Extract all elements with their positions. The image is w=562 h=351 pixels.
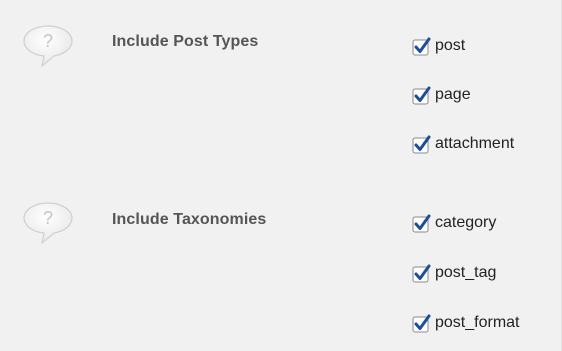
option-post-format[interactable]: post_format — [412, 312, 519, 334]
svg-text:?: ? — [43, 31, 53, 51]
option-label: attachment — [435, 135, 515, 152]
checkbox-checked-icon[interactable] — [412, 135, 431, 154]
option-post[interactable]: post — [412, 35, 465, 57]
option-label: post_tag — [435, 264, 497, 281]
checkbox-checked-icon[interactable] — [412, 86, 431, 105]
checkbox-checked-icon[interactable] — [412, 37, 431, 56]
settings-panel: ? Include Post Types post page attachmen… — [0, 0, 562, 351]
help-question-icon[interactable]: ? — [20, 199, 76, 247]
section-label: Include Post Types — [112, 33, 259, 50]
option-page[interactable]: page — [412, 84, 471, 106]
help-question-icon[interactable]: ? — [20, 22, 76, 70]
option-label: page — [435, 86, 471, 103]
option-attachment[interactable]: attachment — [412, 133, 514, 155]
checkbox-checked-icon[interactable] — [412, 314, 431, 333]
option-category[interactable]: category — [412, 212, 496, 234]
option-label: category — [435, 214, 497, 231]
option-label: post_format — [435, 314, 520, 331]
option-label: post — [435, 37, 466, 54]
svg-text:?: ? — [43, 208, 53, 228]
option-post-tag[interactable]: post_tag — [412, 262, 496, 284]
checkbox-checked-icon[interactable] — [412, 264, 431, 283]
section-label: Include Taxonomies — [112, 211, 267, 228]
checkbox-checked-icon[interactable] — [412, 214, 431, 233]
